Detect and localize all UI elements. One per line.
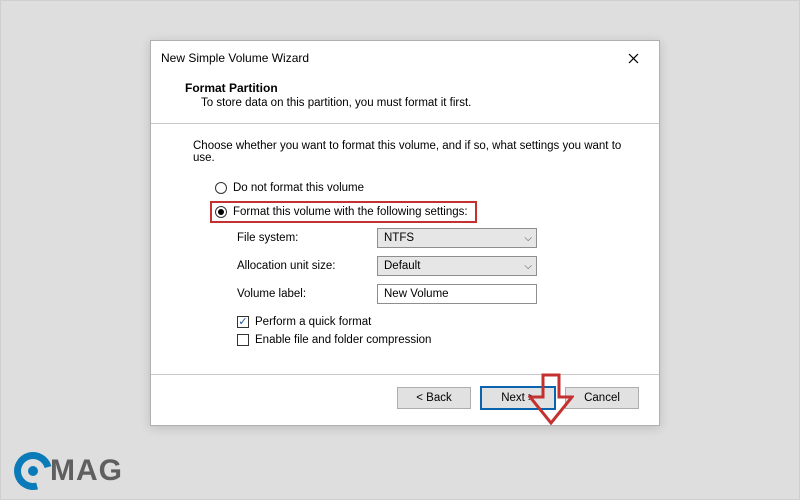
radio-do-not-format[interactable]: Do not format this volume [215, 182, 625, 194]
checkbox-label: Perform a quick format [255, 316, 371, 328]
radio-icon [215, 206, 227, 218]
format-options: Do not format this volume Format this vo… [185, 182, 625, 346]
watermark: MAG [14, 452, 123, 490]
volume-label-input[interactable]: New Volume [377, 284, 537, 304]
page-subheading: To store data on this partition, you mus… [185, 97, 625, 109]
wizard-dialog: New Simple Volume Wizard Format Partitio… [150, 40, 660, 426]
radio-label: Format this volume with the following se… [233, 206, 468, 218]
close-icon [628, 53, 639, 64]
filesystem-select[interactable]: NTFS ⌵ [377, 228, 537, 248]
allocation-value: Default [384, 260, 420, 272]
format-settings: File system: NTFS ⌵ Allocation unit size… [215, 228, 625, 304]
back-button[interactable]: < Back [397, 387, 471, 409]
next-button[interactable]: Next > [481, 387, 555, 409]
volume-label-label: Volume label: [237, 288, 377, 300]
watermark-logo-icon [14, 452, 52, 490]
wizard-header: Format Partition To store data on this p… [151, 75, 659, 123]
filesystem-value: NTFS [384, 232, 414, 244]
button-label: Next > [501, 392, 535, 404]
radio-format-with-settings[interactable]: Format this volume with the following se… [213, 204, 474, 220]
cancel-button[interactable]: Cancel [565, 387, 639, 409]
radio-icon [215, 182, 227, 194]
button-label: Cancel [584, 392, 620, 404]
allocation-label: Allocation unit size: [237, 260, 377, 272]
checkbox-icon [237, 334, 249, 346]
close-button[interactable] [615, 47, 651, 69]
chevron-down-icon: ⌵ [524, 233, 532, 244]
volume-label-value: New Volume [384, 288, 449, 300]
window-title: New Simple Volume Wizard [161, 51, 309, 65]
chevron-down-icon: ⌵ [524, 261, 532, 272]
radio-label: Do not format this volume [233, 182, 364, 194]
wizard-footer: < Back Next > Cancel [151, 375, 659, 425]
checkbox-quick-format[interactable]: ✓ Perform a quick format [215, 316, 625, 328]
allocation-select[interactable]: Default ⌵ [377, 256, 537, 276]
checkbox-compression[interactable]: Enable file and folder compression [215, 334, 625, 346]
button-label: < Back [416, 392, 451, 404]
titlebar: New Simple Volume Wizard [151, 41, 659, 75]
watermark-text: MAG [50, 454, 123, 488]
intro-text: Choose whether you want to format this v… [185, 140, 625, 164]
page-heading: Format Partition [185, 81, 625, 95]
checkbox-label: Enable file and folder compression [255, 334, 431, 346]
filesystem-label: File system: [237, 232, 377, 244]
checkbox-icon: ✓ [237, 316, 249, 328]
wizard-content: Choose whether you want to format this v… [151, 124, 659, 374]
